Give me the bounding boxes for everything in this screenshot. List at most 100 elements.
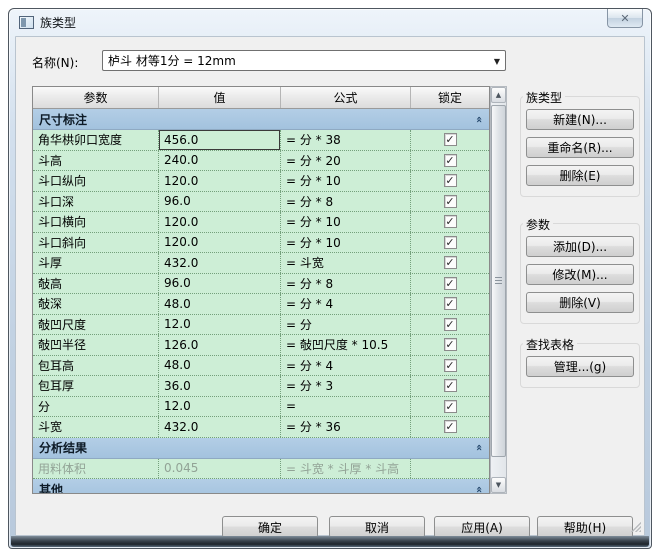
column-header-lock[interactable]: 锁定	[411, 87, 489, 108]
param-name-cell[interactable]: 斗口深	[33, 191, 159, 211]
param-formula-cell[interactable]: = 分 * 8	[281, 273, 411, 293]
table-scrollbar[interactable]: ▲ ▼	[490, 86, 507, 494]
lock-checkbox[interactable]: ✓	[443, 215, 457, 229]
window-bottom-edge	[11, 536, 649, 547]
param-formula-cell[interactable]: = 分 * 38	[281, 130, 411, 150]
param-name-cell[interactable]: 敧深	[33, 294, 159, 314]
param-name-cell[interactable]: 敧高	[33, 273, 159, 293]
table-row: 包耳厚 36.0 = 分 * 3 ✓	[33, 376, 489, 397]
param-name-cell[interactable]: 斗厚	[33, 253, 159, 273]
param-name-cell[interactable]: 包耳高	[33, 355, 159, 375]
param-formula-cell[interactable]: = 斗宽	[281, 253, 411, 273]
close-button[interactable]: ✕	[607, 9, 643, 28]
lock-checkbox[interactable]: ✓	[443, 317, 457, 331]
delete-param-button[interactable]: 删除(V)	[526, 292, 634, 313]
param-name-cell[interactable]: 敧凹半径	[33, 335, 159, 355]
lock-checkbox[interactable]: ✓	[443, 338, 457, 352]
lock-checkbox[interactable]: ✓	[443, 420, 457, 434]
param-formula-cell[interactable]: = 分 * 10	[281, 171, 411, 191]
lock-checkbox[interactable]: ✓	[443, 297, 457, 311]
param-value-cell[interactable]: 240.0	[159, 150, 281, 170]
lock-checkbox[interactable]: ✓	[443, 358, 457, 372]
lock-checkbox[interactable]: ✓	[443, 194, 457, 208]
param-name-cell[interactable]: 斗宽	[33, 417, 159, 437]
lock-checkbox[interactable]: ✓	[443, 235, 457, 249]
param-value-cell[interactable]: 48.0	[159, 355, 281, 375]
param-formula-cell[interactable]: = 分 * 4	[281, 294, 411, 314]
param-name-cell[interactable]: 斗口斜向	[33, 232, 159, 252]
param-formula-cell[interactable]: =	[281, 396, 411, 416]
param-value-cell[interactable]: 126.0	[159, 335, 281, 355]
scroll-down-button[interactable]: ▼	[491, 477, 506, 493]
param-value-cell[interactable]: 96.0	[159, 191, 281, 211]
lock-checkbox[interactable]: ✓	[443, 153, 457, 167]
add-button[interactable]: 添加(D)...	[526, 236, 634, 257]
param-formula-cell[interactable]: = 分 * 20	[281, 150, 411, 170]
param-formula-cell[interactable]: = 斗宽 * 斗厚 * 斗高	[281, 458, 411, 478]
lock-checkbox[interactable]: ✓	[443, 133, 457, 147]
family-type-select[interactable]: 栌斗 材等1分 = 12mm ▼	[102, 50, 506, 71]
param-name-cell[interactable]: 斗口纵向	[33, 171, 159, 191]
param-value-cell[interactable]: 120.0	[159, 171, 281, 191]
scrollbar-track[interactable]	[491, 103, 506, 477]
lock-checkbox[interactable]: ✓	[443, 174, 457, 188]
param-name-cell[interactable]: 用料体积	[33, 458, 159, 478]
group-label-lookup-tables: 查找表格	[523, 336, 578, 353]
param-name-cell[interactable]: 斗口横向	[33, 212, 159, 232]
help-button[interactable]: 帮助(H)	[537, 516, 633, 538]
param-name-cell[interactable]: 角华栱卯口宽度	[33, 130, 159, 150]
param-value-cell[interactable]: 120.0	[159, 232, 281, 252]
param-formula-cell[interactable]: = 分 * 36	[281, 417, 411, 437]
column-header-parameter[interactable]: 参数	[33, 87, 159, 108]
param-formula-cell[interactable]: = 分 * 4	[281, 355, 411, 375]
scroll-up-button[interactable]: ▲	[491, 87, 506, 103]
rename-button[interactable]: 重命名(R)...	[526, 137, 634, 158]
param-formula-cell[interactable]: = 分 * 10	[281, 232, 411, 252]
param-value-cell[interactable]: 432.0	[159, 253, 281, 273]
delete-type-button[interactable]: 删除(E)	[526, 165, 634, 186]
param-lock-cell: ✓	[411, 335, 489, 355]
section-header[interactable]: 分析结果 «	[33, 437, 489, 459]
section-header[interactable]: 其他 «	[33, 479, 489, 493]
lock-checkbox[interactable]: ✓	[443, 276, 457, 290]
scrollbar-thumb[interactable]	[491, 105, 506, 457]
lock-checkbox[interactable]: ✓	[443, 379, 457, 393]
table-row: 斗口斜向 120.0 = 分 * 10 ✓	[33, 232, 489, 253]
param-value-cell[interactable]: 36.0	[159, 376, 281, 396]
param-value-cell[interactable]: 12.0	[159, 396, 281, 416]
resize-grip[interactable]	[631, 522, 641, 532]
param-value-cell[interactable]: 12.0	[159, 314, 281, 334]
new-button[interactable]: 新建(N)...	[526, 109, 634, 130]
param-name-cell[interactable]: 敧凹尺度	[33, 314, 159, 334]
section-header[interactable]: 尺寸标注 «	[33, 109, 489, 130]
apply-button[interactable]: 应用(A)	[434, 516, 530, 538]
param-value-cell[interactable]: 432.0	[159, 417, 281, 437]
column-header-formula[interactable]: 公式	[281, 87, 411, 108]
param-value-cell[interactable]: 96.0	[159, 273, 281, 293]
param-formula-cell[interactable]: = 分 * 10	[281, 212, 411, 232]
param-formula-cell[interactable]: = 敧凹尺度 * 10.5	[281, 335, 411, 355]
lock-checkbox[interactable]: ✓	[443, 256, 457, 270]
param-formula-cell[interactable]: = 分 * 3	[281, 376, 411, 396]
param-value-cell[interactable]: 0.045	[159, 458, 281, 478]
collapse-icon[interactable]: «	[473, 444, 486, 451]
param-value-cell[interactable]: 456.0	[159, 130, 281, 150]
param-name-cell[interactable]: 包耳厚	[33, 376, 159, 396]
param-formula-cell[interactable]: = 分	[281, 314, 411, 334]
param-value-cell[interactable]: 120.0	[159, 212, 281, 232]
titlebar[interactable]: 族类型	[9, 9, 651, 35]
ok-button[interactable]: 确定	[222, 516, 318, 538]
param-name-cell[interactable]: 分	[33, 396, 159, 416]
lock-checkbox[interactable]: ✓	[443, 399, 457, 413]
cancel-button[interactable]: 取消	[329, 516, 425, 538]
manage-button[interactable]: 管理...(g)	[526, 356, 634, 377]
param-formula-cell[interactable]: = 分 * 8	[281, 191, 411, 211]
table-row: 分 12.0 = ✓	[33, 396, 489, 417]
column-header-value[interactable]: 值	[159, 87, 281, 108]
param-lock-cell: ✓	[411, 315, 489, 335]
param-value-cell[interactable]: 48.0	[159, 294, 281, 314]
modify-button[interactable]: 修改(M)...	[526, 264, 634, 285]
collapse-icon[interactable]: «	[473, 485, 486, 492]
param-name-cell[interactable]: 斗高	[33, 150, 159, 170]
collapse-icon[interactable]: «	[473, 115, 486, 122]
